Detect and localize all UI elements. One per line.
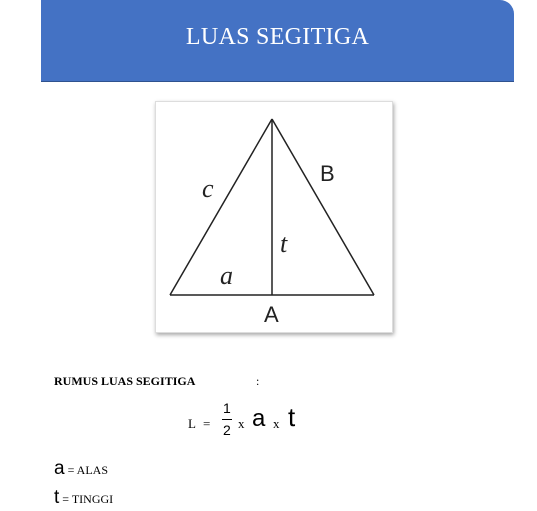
definition-alas: a = ALAS [54,458,108,480]
label-A: A [264,302,279,327]
definition-text: = ALAS [64,463,109,477]
formula-times-1: x [238,416,245,431]
triangle-diagram: c B t a A [169,118,375,327]
triangle-figure: c B t a A [155,101,393,333]
formula-equals: = [203,416,211,431]
title-banner: LUAS SEGITIGA [41,0,514,82]
formula-L: L [188,416,196,431]
definition-symbol: a [54,458,65,479]
label-B: B [320,161,335,186]
label-t: t [280,229,288,258]
page-title: LUAS SEGITIGA [185,24,370,50]
formula-times-2: x [273,416,280,431]
formula-t: t [288,402,296,432]
triangle-side-B [271,118,375,296]
formula-heading: RUMUS LUAS SEGITIGA [54,374,196,388]
fraction-numerator: 1 [223,400,231,416]
definition-tinggi: t = TINGGI [54,487,113,509]
fraction-denominator: 2 [223,422,231,438]
label-c: c [202,174,214,203]
label-a: a [220,261,233,290]
formula-a: a [252,405,266,432]
formula-colon: : [256,374,260,388]
fraction-bar [222,419,232,420]
definition-text: = TINGGI [59,492,114,506]
